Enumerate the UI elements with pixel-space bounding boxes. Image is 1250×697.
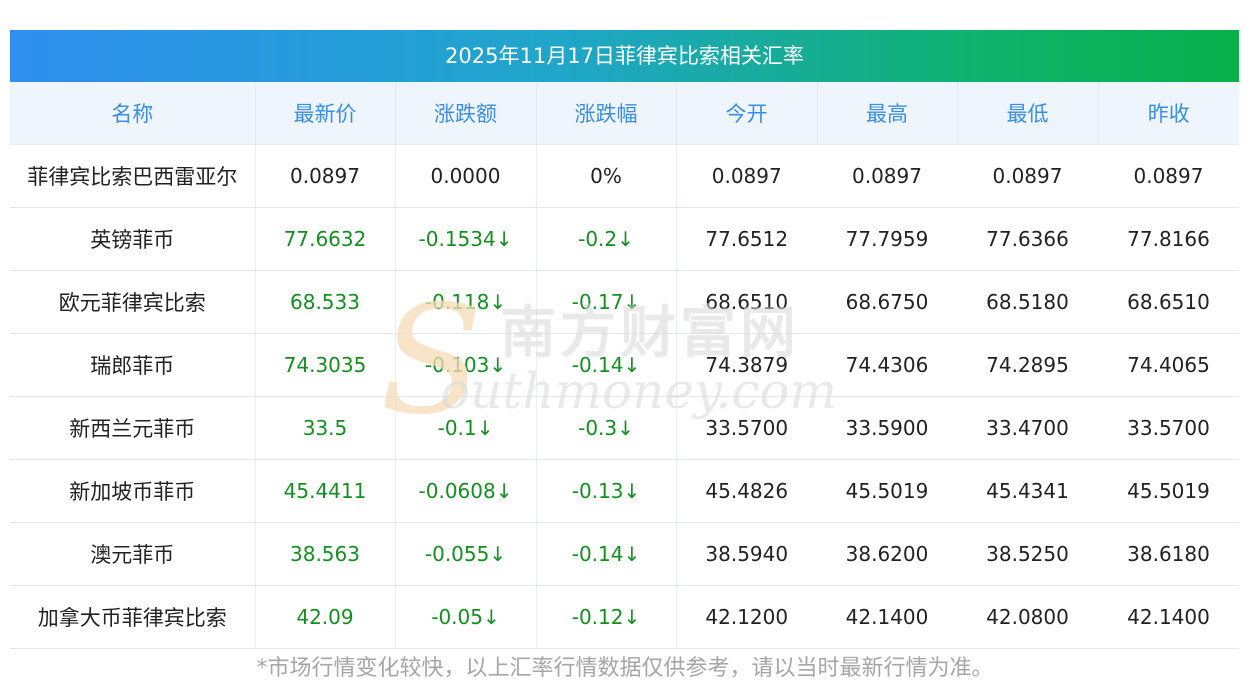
cell-latest: 68.533 (255, 270, 396, 334)
cell-change-pct: -0.3↓ (536, 396, 677, 460)
table-row: 瑞郎菲币 74.3035 -0.103↓ -0.14↓ 74.3879 74.4306 74… (10, 333, 1239, 397)
cell-latest: 45.4411 (255, 459, 396, 523)
cell-latest: 0.0897 (255, 144, 396, 208)
cell-low: 0.0897 (957, 144, 1098, 208)
cell-change-pct: -0.13↓ (536, 459, 677, 523)
table-row: 菲律宾比索巴西雷亚尔 0.0897 0.0000 0% 0.0897 0.0897 0.08… (10, 144, 1239, 208)
cell-open: 33.5700 (676, 396, 817, 460)
cell-high: 45.5019 (817, 459, 957, 523)
cell-name: 新西兰元菲币 (10, 396, 256, 460)
cell-change: -0.05↓ (395, 585, 537, 649)
cell-name: 欧元菲律宾比索 (10, 270, 256, 334)
cell-prev-close: 68.6510 (1098, 270, 1239, 334)
cell-change: -0.0608↓ (395, 459, 537, 523)
cell-low: 74.2895 (957, 333, 1098, 397)
cell-low: 77.6366 (957, 207, 1098, 271)
cell-change: -0.118↓ (395, 270, 537, 334)
cell-prev-close: 74.4065 (1098, 333, 1239, 397)
disclaimer-note: *市场行情变化较快，以上汇率行情数据仅供参考，请以当时最新行情为准。 (256, 656, 994, 681)
table-row: 英镑菲币 77.6632 -0.1534↓ -0.2↓ 77.6512 77.7959 77… (10, 207, 1239, 271)
cell-open: 74.3879 (676, 333, 817, 397)
table-row: 欧元菲律宾比索 68.533 -0.118↓ -0.17↓ 68.6510 68.6750… (10, 270, 1239, 334)
cell-name: 菲律宾比索巴西雷亚尔 (10, 144, 256, 208)
cell-latest: 42.09 (255, 585, 396, 649)
cell-name: 加拿大币菲律宾比索 (10, 585, 256, 649)
cell-prev-close: 77.8166 (1098, 207, 1239, 271)
cell-prev-close: 0.0897 (1098, 144, 1239, 208)
cell-change: 0.0000 (395, 144, 537, 208)
header-high: 最高 (817, 82, 958, 145)
header-open: 今开 (676, 82, 818, 145)
cell-open: 0.0897 (676, 144, 817, 208)
cell-latest: 77.6632 (255, 207, 396, 271)
cell-low: 45.4341 (957, 459, 1098, 523)
header-latest: 最新价 (255, 82, 396, 145)
cell-latest: 38.563 (255, 522, 396, 586)
cell-low: 38.5250 (957, 522, 1098, 586)
header-name: 名称 (10, 82, 256, 145)
cell-low: 68.5180 (957, 270, 1098, 334)
header-change-pct: 涨跌幅 (536, 82, 677, 145)
table-title: 2025年11月17日菲律宾比索相关汇率 (10, 30, 1239, 82)
cell-change: -0.103↓ (395, 333, 537, 397)
cell-change-pct: -0.12↓ (536, 585, 677, 649)
cell-low: 42.0800 (957, 585, 1098, 649)
cell-change-pct: -0.14↓ (536, 522, 677, 586)
cell-change: -0.1↓ (395, 396, 537, 460)
cell-name: 澳元菲币 (10, 522, 256, 586)
cell-change-pct: -0.17↓ (536, 270, 677, 334)
cell-latest: 74.3035 (255, 333, 396, 397)
cell-change-pct: 0% (536, 144, 677, 208)
cell-high: 68.6750 (817, 270, 957, 334)
cell-latest: 33.5 (255, 396, 396, 460)
cell-change-pct: -0.2↓ (536, 207, 677, 271)
cell-change-pct: -0.14↓ (536, 333, 677, 397)
cell-change: -0.1534↓ (395, 207, 537, 271)
header-change: 涨跌额 (395, 82, 537, 145)
cell-open: 38.5940 (676, 522, 817, 586)
header-row: 名称 最新价 涨跌额 涨跌幅 今开 最高 最低 昨收 (10, 82, 1239, 145)
cell-high: 74.4306 (817, 333, 957, 397)
cell-high: 38.6200 (817, 522, 957, 586)
header-low: 最低 (957, 82, 1099, 145)
rates-table: 名称 最新价 涨跌额 涨跌幅 今开 最高 最低 昨收 菲律宾比索巴西雷亚尔 0.0… (10, 82, 1239, 649)
cell-prev-close: 45.5019 (1098, 459, 1239, 523)
cell-name: 新加坡币菲币 (10, 459, 256, 523)
table-row: 新西兰元菲币 33.5 -0.1↓ -0.3↓ 33.5700 33.5900 33.470… (10, 396, 1239, 460)
cell-high: 77.7959 (817, 207, 957, 271)
rates-card: 2025年11月17日菲律宾比索相关汇率 名称 最新价 涨跌额 涨跌幅 今开 最… (10, 30, 1239, 649)
table-row: 加拿大币菲律宾比索 42.09 -0.05↓ -0.12↓ 42.1200 42.1400… (10, 585, 1239, 649)
cell-low: 33.4700 (957, 396, 1098, 460)
table-row: 新加坡币菲币 45.4411 -0.0608↓ -0.13↓ 45.4826 45.501… (10, 459, 1239, 523)
cell-high: 33.5900 (817, 396, 957, 460)
cell-high: 0.0897 (817, 144, 957, 208)
cell-prev-close: 38.6180 (1098, 522, 1239, 586)
cell-change: -0.055↓ (395, 522, 537, 586)
cell-prev-close: 42.1400 (1098, 585, 1239, 649)
cell-name: 瑞郎菲币 (10, 333, 256, 397)
cell-open: 45.4826 (676, 459, 817, 523)
cell-name: 英镑菲币 (10, 207, 256, 271)
table-row: 澳元菲币 38.563 -0.055↓ -0.14↓ 38.5940 38.6200 38.… (10, 522, 1239, 586)
cell-open: 68.6510 (676, 270, 817, 334)
cell-prev-close: 33.5700 (1098, 396, 1239, 460)
cell-open: 77.6512 (676, 207, 817, 271)
cell-open: 42.1200 (676, 585, 817, 649)
cell-high: 42.1400 (817, 585, 957, 649)
header-prev-close: 昨收 (1098, 82, 1239, 145)
